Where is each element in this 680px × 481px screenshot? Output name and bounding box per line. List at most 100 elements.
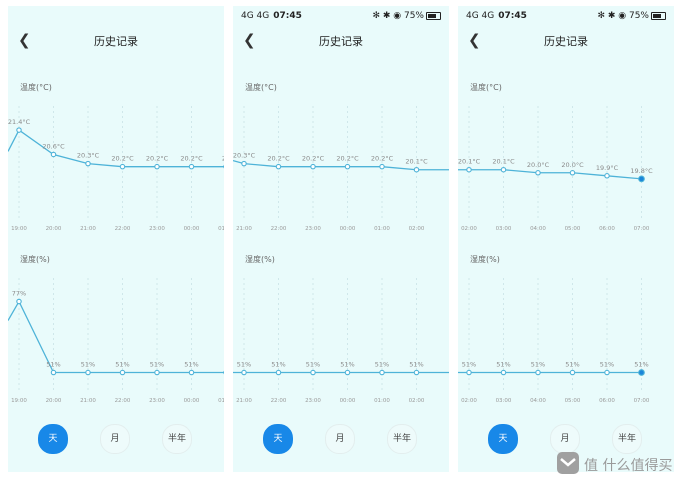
signal-icon: 4G 4G (241, 11, 270, 21)
x-tick-label: 00:00 (184, 398, 200, 404)
x-tick-label: 02:00 (461, 398, 477, 404)
data-point (241, 369, 247, 376)
data-label: 20.1°C (458, 158, 481, 166)
x-tick-label: 22:00 (271, 398, 287, 404)
data-point (604, 173, 610, 179)
data-point (500, 369, 507, 376)
data-label: 20.1°C (405, 158, 428, 166)
tab-half-year[interactable]: 半年 (612, 424, 642, 454)
x-tick-label: 20:00 (46, 226, 62, 232)
x-tick-label: 23:00 (149, 398, 165, 404)
data-point (344, 369, 351, 376)
x-tick-label: 02:00 (409, 398, 425, 404)
data-label: 51% (531, 361, 545, 369)
data-label: 51% (150, 361, 164, 369)
tab-day[interactable]: 天 (263, 424, 293, 454)
page-title: 历史记录 (319, 35, 363, 48)
data-point (466, 166, 472, 173)
tab-day[interactable]: 天 (488, 424, 518, 454)
data-label: 20.2°C (371, 155, 394, 163)
data-label: 51% (184, 361, 198, 369)
data-label: 51% (340, 361, 354, 369)
data-label: 19.9°C (596, 164, 619, 172)
data-label: 51% (115, 361, 129, 369)
tab-half-year[interactable]: 半年 (162, 424, 192, 454)
x-tick-label: 21:00 (80, 398, 96, 404)
page-title: 历史记录 (544, 35, 588, 48)
data-label: 51% (306, 361, 320, 369)
x-tick-label: 01:00 (374, 226, 390, 232)
data-label: 20.6°C (42, 142, 65, 150)
temperature-chart: 20.3°C 21:00 20.2°C 22:00 20.2°C 23:00 20.2°C 0… (233, 96, 449, 246)
x-tick-label: 23:00 (305, 398, 321, 404)
x-tick-label: 19:00 (11, 226, 27, 232)
data-point (638, 175, 645, 183)
data-point (119, 163, 126, 170)
x-tick-label: 03:00 (496, 398, 512, 404)
tab-day[interactable]: 天 (38, 424, 68, 454)
data-point (413, 369, 420, 376)
data-label: 20.2°C (302, 155, 325, 163)
data-label: 51% (375, 361, 389, 369)
watermark: 值 什么值得买 (556, 451, 676, 475)
watermark-text: 值 什么值得买 (584, 458, 673, 474)
period-tabs: 天 月 半年 (233, 424, 449, 454)
page-title: 历史记录 (94, 35, 138, 48)
x-tick-label: 02:00 (409, 226, 425, 232)
data-point (188, 163, 195, 170)
x-tick-label: 00:00 (340, 226, 356, 232)
tab-month[interactable]: 月 (325, 424, 355, 454)
x-tick-label: 21:00 (236, 398, 252, 404)
x-tick-label: 21:00 (236, 226, 252, 232)
temperature-label: 温度(°C) (470, 83, 502, 92)
x-tick-label: 20:00 (46, 398, 62, 404)
data-label: 77% (12, 289, 26, 297)
data-point (638, 369, 645, 376)
status-time: 07:45 (273, 11, 302, 21)
humidity-label: 湿度(%) (470, 255, 500, 264)
data-point (241, 160, 247, 167)
tab-month[interactable]: 月 (550, 424, 580, 454)
data-point (379, 163, 385, 170)
x-tick-label: 06:00 (599, 226, 615, 232)
data-label: 51% (496, 361, 510, 369)
data-point (85, 369, 91, 376)
data-label: 51% (462, 361, 476, 369)
temperature-label: 温度(°C) (245, 83, 277, 92)
data-label: 51% (409, 361, 423, 369)
x-tick-label: 00:00 (340, 398, 356, 404)
x-tick-label: 22:00 (271, 226, 287, 232)
data-point (535, 170, 541, 176)
battery-percent: 75% (403, 11, 424, 21)
status-time: 07:45 (498, 11, 527, 21)
humidity-label: 湿度(%) (20, 255, 50, 264)
period-tabs: 天 月 半年 (458, 424, 674, 454)
x-tick-label: 07:00 (634, 398, 650, 404)
data-point (379, 369, 385, 376)
screen-panel-2: 4G 4G 07:45 ✻ ✱ ◉ 75% ❮ 历史记录 温度(°C) 20.3°… (233, 6, 449, 472)
x-tick-label: 04:00 (530, 226, 546, 232)
data-point (535, 369, 541, 376)
data-label: 51% (81, 361, 95, 369)
watermark-logo-icon (557, 452, 579, 474)
data-point (310, 163, 316, 170)
data-point (16, 127, 22, 133)
data-point (154, 163, 160, 170)
signal-icon: 4G 4G (466, 11, 495, 21)
humidity-label: 湿度(%) (245, 255, 275, 264)
temperature-chart: 20.1°C 02:00 20.1°C 03:00 20.0°C 04:00 20.0°C 0… (458, 96, 674, 246)
humidity-chart: 51% 21:00 51% 22:00 51% 23:00 51% 00:00 51% 01:00… (233, 268, 449, 418)
tab-month[interactable]: 月 (100, 424, 130, 454)
x-tick-label: 22:00 (115, 398, 131, 404)
x-tick-label: 05:00 (565, 226, 581, 232)
tab-half-year[interactable]: 半年 (387, 424, 417, 454)
x-tick-label: 02:00 (461, 226, 477, 232)
x-tick-label: 01:00 (218, 398, 224, 404)
data-label: 20.2°C (267, 155, 290, 163)
data-label: 51% (565, 361, 579, 369)
data-point (344, 163, 351, 170)
data-label: 51% (600, 361, 614, 369)
humidity-chart: 51% 02:00 51% 03:00 51% 04:00 51% 05:00 51% 06:00… (458, 268, 674, 418)
x-tick-label: 23:00 (149, 226, 165, 232)
x-tick-label: 05:00 (565, 398, 581, 404)
